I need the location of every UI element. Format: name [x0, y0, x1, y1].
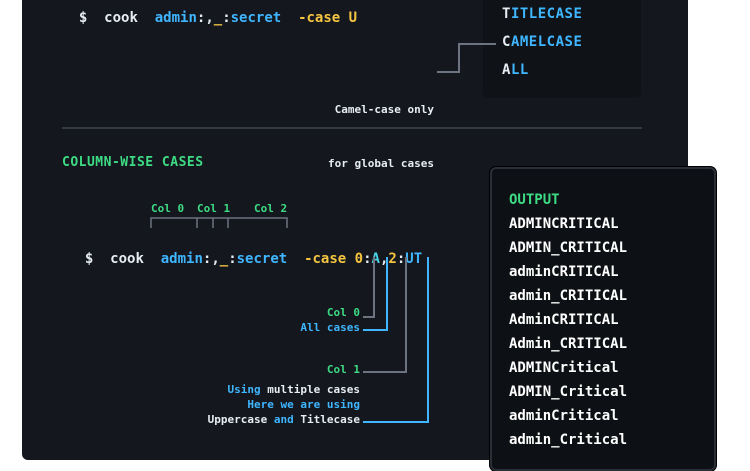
col-bracket [150, 217, 288, 228]
multi-line-2: Here we are using [247, 398, 360, 411]
output-line: admin_Critical [509, 432, 628, 448]
output-title: OUTPUT [509, 192, 560, 208]
output-line: ADMIN_CRITICAL [509, 240, 628, 256]
ut-connector [363, 257, 429, 423]
multi-line-1: Using multiple cases [227, 383, 360, 396]
output-line: admin_CRITICAL [509, 288, 628, 304]
col1-title: Col 1 [326, 363, 360, 376]
output-line: AdminCRITICAL [509, 312, 619, 328]
output-line: adminCritical [509, 408, 619, 424]
col0-connector [363, 257, 375, 318]
col0-title: Col 0 [326, 306, 360, 319]
col1-connector [363, 257, 407, 373]
output-line: Admin_CRITICAL [509, 336, 628, 352]
output-line: adminCRITICAL [509, 264, 619, 280]
output-line: ADMINCRITICAL [509, 216, 619, 232]
multi-line-3: Uppercase and Titlecase [207, 413, 360, 426]
camel-connector [437, 43, 496, 73]
col0-desc: All cases [300, 321, 360, 334]
output-line: ADMINCritical [509, 360, 619, 376]
output-panel: OUTPUT ADMINCRITICAL ADMIN_CRITICAL admi… [490, 167, 716, 471]
output-line: ADMIN_Critical [509, 384, 628, 400]
